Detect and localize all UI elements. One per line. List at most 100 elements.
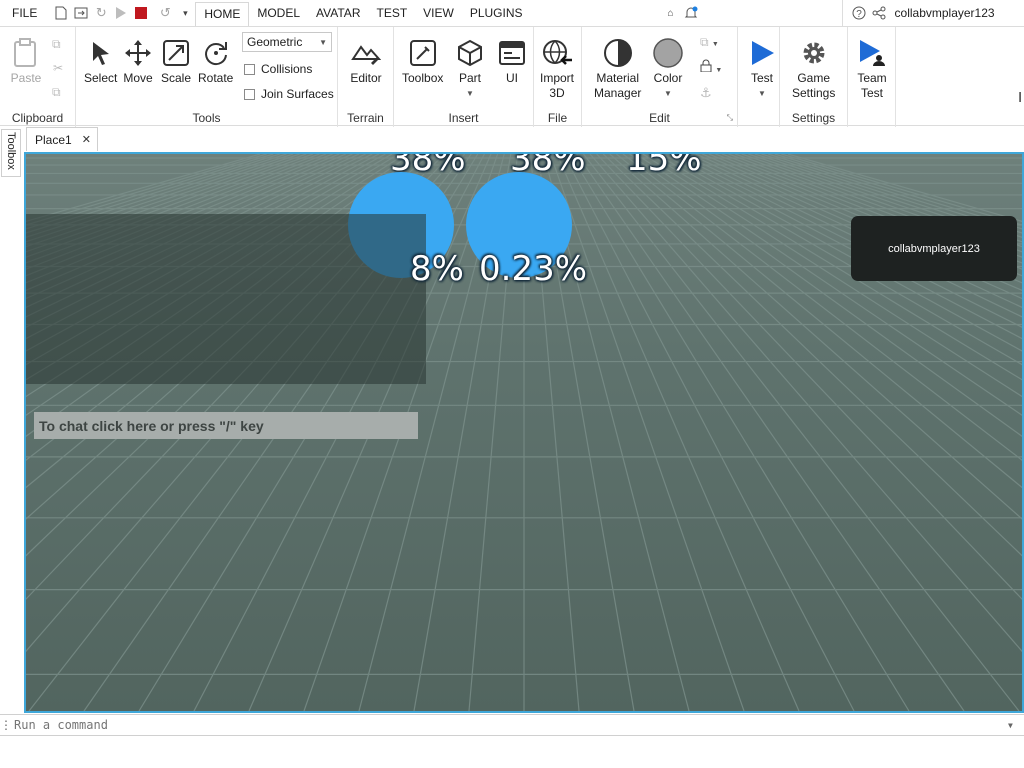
terrain-editor-icon bbox=[350, 37, 382, 69]
chat-input[interactable]: To chat click here or press "/" key bbox=[34, 412, 418, 439]
document-tab-place1[interactable]: Place1 ✕ bbox=[26, 127, 98, 151]
help-icon[interactable]: ? bbox=[849, 3, 869, 23]
test-button[interactable]: Test ▼ bbox=[746, 37, 778, 101]
stop-icon[interactable] bbox=[131, 3, 151, 23]
game-settings-button[interactable]: Game Settings bbox=[792, 37, 835, 101]
lock-icon[interactable]: ▼ bbox=[700, 59, 722, 75]
file-title: File bbox=[547, 111, 568, 125]
tools-group: Select Move Scale Rotate Geometric ▼ Col… bbox=[76, 27, 338, 127]
redo-icon[interactable]: ↻ bbox=[91, 3, 111, 23]
ui-icon bbox=[496, 37, 528, 69]
material-manager-line1: Material bbox=[596, 71, 640, 85]
quick-access-dropdown-icon[interactable]: ▾ bbox=[175, 3, 195, 23]
team-test-line1: Team bbox=[857, 71, 887, 85]
chat-panel: To chat click here or press "/" key bbox=[26, 214, 426, 439]
part-cube-icon bbox=[454, 37, 486, 69]
undo-icon[interactable]: ↺ bbox=[155, 3, 175, 23]
move-button[interactable]: Move bbox=[122, 37, 154, 86]
paste-button[interactable]: Paste bbox=[10, 37, 42, 86]
import-3d-button[interactable]: Import 3D bbox=[540, 37, 574, 101]
file-group: Import 3D File bbox=[534, 27, 582, 127]
part-button[interactable]: Part ▼ bbox=[454, 37, 486, 101]
edit-group: Material Manager Color ▼ ⧉ ▼ ▼ ⚓ ⤡ Edit bbox=[582, 27, 738, 127]
game-viewport[interactable]: 38% 38% 15% To chat click here or press … bbox=[24, 152, 1024, 713]
command-bar: ⋮ ▼ bbox=[0, 714, 1024, 736]
play-icon[interactable] bbox=[111, 3, 131, 23]
new-file-icon[interactable] bbox=[51, 3, 71, 23]
command-input[interactable] bbox=[10, 715, 1008, 735]
toolbox-button[interactable]: Toolbox bbox=[402, 37, 443, 86]
collisions-checkbox[interactable]: Collisions bbox=[244, 62, 312, 76]
text-cursor-icon: I bbox=[1018, 89, 1023, 106]
notifications-icon[interactable] bbox=[681, 3, 701, 23]
join-surfaces-label: Join Surfaces bbox=[261, 87, 334, 101]
publish-icon[interactable] bbox=[71, 3, 91, 23]
team-test-button[interactable]: Team Test bbox=[856, 37, 888, 101]
toolbox-side-tab[interactable]: Toolbox bbox=[1, 129, 21, 177]
rotate-button[interactable]: Rotate bbox=[198, 37, 233, 86]
tools-title: Tools bbox=[192, 111, 221, 125]
rotate-label: Rotate bbox=[198, 71, 234, 85]
scale-icon bbox=[160, 37, 192, 69]
select-button[interactable]: Select bbox=[84, 37, 117, 86]
status-bar bbox=[0, 736, 1024, 768]
collapse-ribbon-icon[interactable]: ⌂ bbox=[661, 3, 681, 23]
rotate-icon bbox=[200, 37, 232, 69]
document-tab-label: Place1 bbox=[35, 132, 72, 147]
group-icon[interactable]: ⧉ ▼ bbox=[700, 35, 719, 50]
game-settings-line2: Settings bbox=[792, 86, 836, 100]
material-manager-button[interactable]: Material Manager bbox=[594, 37, 641, 101]
collisions-checkbox-box[interactable] bbox=[244, 63, 255, 75]
part-label: Part bbox=[458, 71, 481, 85]
svg-text:?: ? bbox=[856, 9, 862, 20]
close-tab-icon[interactable]: ✕ bbox=[82, 133, 91, 146]
join-surfaces-checkbox[interactable]: Join Surfaces bbox=[244, 87, 334, 101]
material-manager-line2: Manager bbox=[594, 86, 642, 100]
file-menu[interactable]: FILE bbox=[4, 0, 45, 26]
team-test-line2: Test bbox=[860, 86, 883, 100]
insert-group: Toolbox Part ▼ UI Insert bbox=[394, 27, 534, 127]
player-list-card[interactable]: collabvmplayer123 bbox=[851, 216, 1017, 281]
terrain-editor-button[interactable]: Editor bbox=[350, 37, 382, 86]
color-button[interactable]: Color ▼ bbox=[652, 37, 684, 101]
import-3d-label-line2: 3D bbox=[549, 86, 565, 100]
menu-separator bbox=[701, 0, 843, 26]
username-label[interactable]: collabvmplayer123 bbox=[895, 6, 995, 20]
command-bar-grip-icon[interactable]: ⋮ bbox=[0, 718, 12, 732]
toolbox-side-tab-label: Toolbox bbox=[5, 132, 17, 170]
collisions-label: Collisions bbox=[261, 62, 313, 76]
scale-button[interactable]: Scale bbox=[160, 37, 192, 86]
tab-test[interactable]: TEST bbox=[368, 0, 415, 26]
document-tab-bar bbox=[0, 127, 1024, 152]
clipboard-group: Paste ⧉ ✂ ⧉ Clipboard bbox=[0, 27, 76, 127]
command-history-dropdown-icon[interactable]: ▼ bbox=[1008, 721, 1024, 730]
terrain-group: Editor Terrain bbox=[338, 27, 394, 127]
join-surfaces-checkbox-box[interactable] bbox=[244, 88, 255, 100]
tab-model[interactable]: MODEL bbox=[249, 0, 308, 26]
gear-icon bbox=[798, 37, 830, 69]
color-label: Color bbox=[653, 71, 683, 85]
terrain-editor-label: Editor bbox=[350, 71, 382, 85]
edit-title: Edit bbox=[649, 111, 670, 125]
move-arrows-icon bbox=[122, 37, 154, 69]
tab-home[interactable]: HOME bbox=[195, 1, 250, 27]
chevron-down-icon: ▼ bbox=[319, 37, 327, 47]
import-3d-label-line1: Import bbox=[540, 71, 575, 85]
tab-avatar[interactable]: AVATAR bbox=[308, 0, 368, 26]
anchor-icon[interactable]: ⚓ bbox=[700, 85, 712, 101]
ui-button[interactable]: UI bbox=[496, 37, 528, 86]
tab-plugins[interactable]: PLUGINS bbox=[462, 0, 531, 26]
part-dropdown-icon[interactable]: ▼ bbox=[466, 86, 474, 101]
share-icon[interactable] bbox=[869, 3, 889, 23]
move-label: Move bbox=[123, 71, 153, 85]
scale-label: Scale bbox=[160, 71, 192, 85]
test-group: Test ▼ bbox=[738, 27, 780, 127]
test-dropdown-icon[interactable]: ▼ bbox=[758, 86, 766, 101]
color-dropdown-icon[interactable]: ▼ bbox=[664, 86, 672, 101]
player-name[interactable]: collabvmplayer123 bbox=[888, 243, 980, 255]
copy-icon[interactable]: ⧉ bbox=[52, 37, 61, 52]
cut-icon[interactable]: ✂ bbox=[53, 61, 63, 75]
tab-view[interactable]: VIEW bbox=[415, 0, 462, 26]
material-dropdown[interactable]: Geometric ▼ bbox=[242, 32, 332, 52]
duplicate-icon[interactable]: ⧉ bbox=[52, 85, 61, 100]
